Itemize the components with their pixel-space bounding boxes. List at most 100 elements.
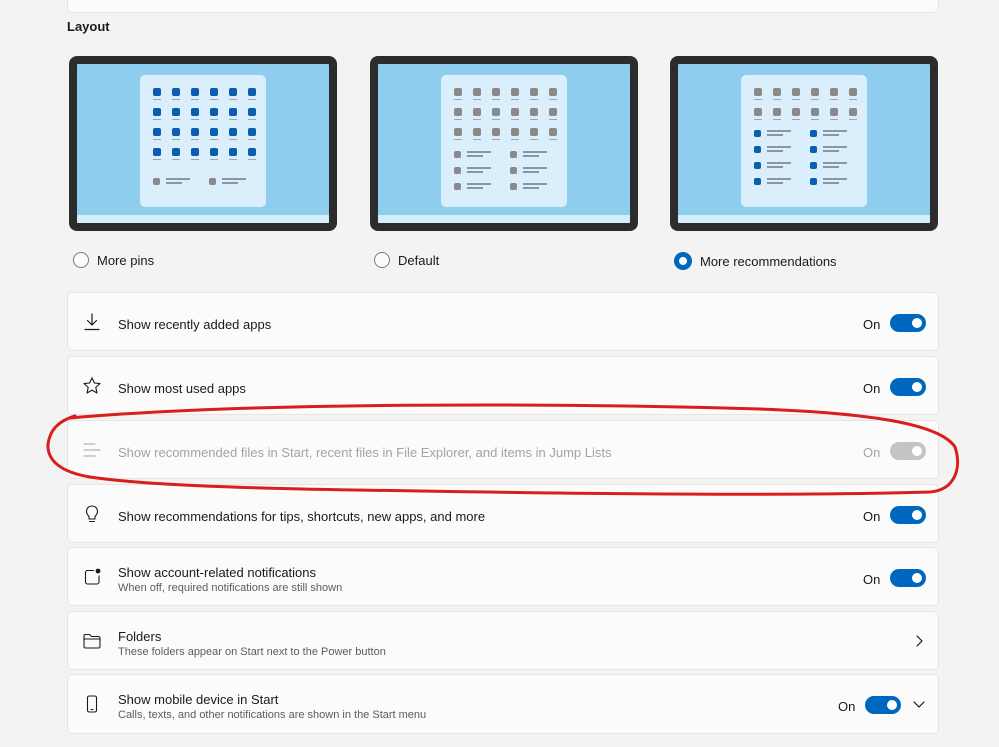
chevron-down-icon[interactable] [911, 696, 927, 712]
recommendation-item [510, 183, 566, 190]
pin-tile [511, 108, 519, 120]
pin-tile [549, 128, 557, 140]
pin-tile [492, 128, 500, 140]
recommendation-item [754, 146, 810, 153]
toggle-switch-disabled [890, 442, 926, 460]
pin-tile [530, 128, 538, 140]
lightbulb-icon [85, 504, 99, 522]
setting-tips-recommendations[interactable]: Show recommendations for tips, shortcuts… [67, 484, 939, 543]
pin-tile [153, 148, 161, 160]
start-menu-preview [140, 75, 266, 207]
toggle-switch[interactable] [890, 378, 926, 396]
pin-tile [229, 108, 237, 120]
pin-tile [248, 148, 256, 160]
layout-option-label: Default [398, 252, 440, 268]
setting-label: Show recently added apps [118, 317, 272, 332]
layout-option-more-recommendations[interactable]: More recommendations [674, 252, 837, 270]
setting-folders[interactable]: Folders These folders appear on Start ne… [67, 611, 939, 670]
pin-tile [473, 88, 481, 100]
pin-tile [248, 108, 256, 120]
recommendation-item [153, 178, 209, 185]
setting-account-notifications[interactable]: Show account-related notifications When … [67, 547, 939, 606]
toggle-state-label: On [863, 572, 881, 587]
setting-label: Show account-related notifications [118, 565, 317, 580]
recommendation-item [810, 178, 866, 185]
pin-tile [153, 88, 161, 100]
pin-tile [210, 88, 218, 100]
desktop-wallpaper [678, 64, 930, 223]
pin-tile [492, 88, 500, 100]
taskbar [77, 215, 329, 223]
section-title: Layout [67, 19, 110, 34]
radio-button[interactable] [73, 252, 89, 268]
chevron-right-icon[interactable] [911, 633, 927, 649]
pin-tile [530, 88, 538, 100]
setting-most-used-apps[interactable]: Show most used apps On [67, 356, 939, 415]
pin-tile [210, 128, 218, 140]
pin-tile [248, 128, 256, 140]
setting-mobile-device[interactable]: Show mobile device in Start Calls, texts… [67, 674, 939, 734]
pin-tile [811, 108, 819, 120]
recommendation-item [810, 130, 866, 137]
pin-tile [153, 128, 161, 140]
recommendation-item [810, 162, 866, 169]
pin-tile [773, 108, 781, 120]
setting-recently-added-apps[interactable]: Show recently added apps On [67, 292, 939, 351]
pin-tile [549, 108, 557, 120]
desktop-wallpaper [378, 64, 630, 223]
pin-tile [511, 128, 519, 140]
setting-description: Calls, texts, and other notifications ar… [118, 709, 427, 721]
pin-tile [754, 88, 762, 100]
radio-button[interactable] [374, 252, 390, 268]
layout-preview-default[interactable] [370, 56, 638, 231]
toggle-state-label: On [863, 317, 881, 332]
layout-option-more-pins[interactable]: More pins [73, 252, 154, 268]
monitor-frame [370, 56, 638, 231]
setting-label: Show recommended files in Start, recent … [118, 445, 612, 460]
previous-setting-card [67, 0, 939, 13]
pin-tile [229, 128, 237, 140]
toggle-switch[interactable] [890, 506, 926, 524]
layout-preview-more-pins[interactable] [69, 56, 337, 231]
pin-tile [191, 148, 199, 160]
pin-tile [454, 108, 462, 120]
pin-tile [229, 148, 237, 160]
desktop-wallpaper [77, 64, 329, 223]
monitor-frame [670, 56, 938, 231]
setting-recommended-files: Show recommended files in Start, recent … [67, 420, 939, 479]
setting-label: Show most used apps [118, 381, 246, 396]
pin-tile [172, 108, 180, 120]
layout-option-label: More recommendations [700, 253, 837, 269]
pin-tile [830, 108, 838, 120]
toggle-switch[interactable] [890, 569, 926, 587]
pin-tile [210, 108, 218, 120]
taskbar [678, 215, 930, 223]
setting-label: Show recommendations for tips, shortcuts… [118, 509, 486, 524]
recommendation-item [209, 178, 265, 185]
pin-tile [754, 108, 762, 120]
recommendation-item [454, 151, 510, 158]
radio-button-selected[interactable] [674, 252, 692, 270]
recommendation-item [754, 178, 810, 185]
toggle-switch[interactable] [890, 314, 926, 332]
toggle-state-label: On [863, 509, 881, 524]
pin-tile [172, 88, 180, 100]
pin-tile [492, 108, 500, 120]
pin-tile [191, 108, 199, 120]
recommendation-item [754, 162, 810, 169]
download-icon [84, 312, 100, 330]
pin-tile [454, 128, 462, 140]
toggle-switch[interactable] [865, 696, 901, 714]
pin-tile [530, 108, 538, 120]
recommendation-item [754, 130, 810, 137]
phone-icon [86, 695, 98, 713]
setting-description: When off, required notifications are sti… [118, 582, 343, 594]
pin-tile [172, 128, 180, 140]
layout-preview-more-recommendations[interactable] [670, 56, 938, 231]
pin-tile [849, 108, 857, 120]
recommendation-item [454, 183, 510, 190]
monitor-frame [69, 56, 337, 231]
list-icon [83, 442, 101, 457]
layout-option-default[interactable]: Default [374, 252, 439, 268]
toggle-state-label: On [863, 445, 881, 460]
